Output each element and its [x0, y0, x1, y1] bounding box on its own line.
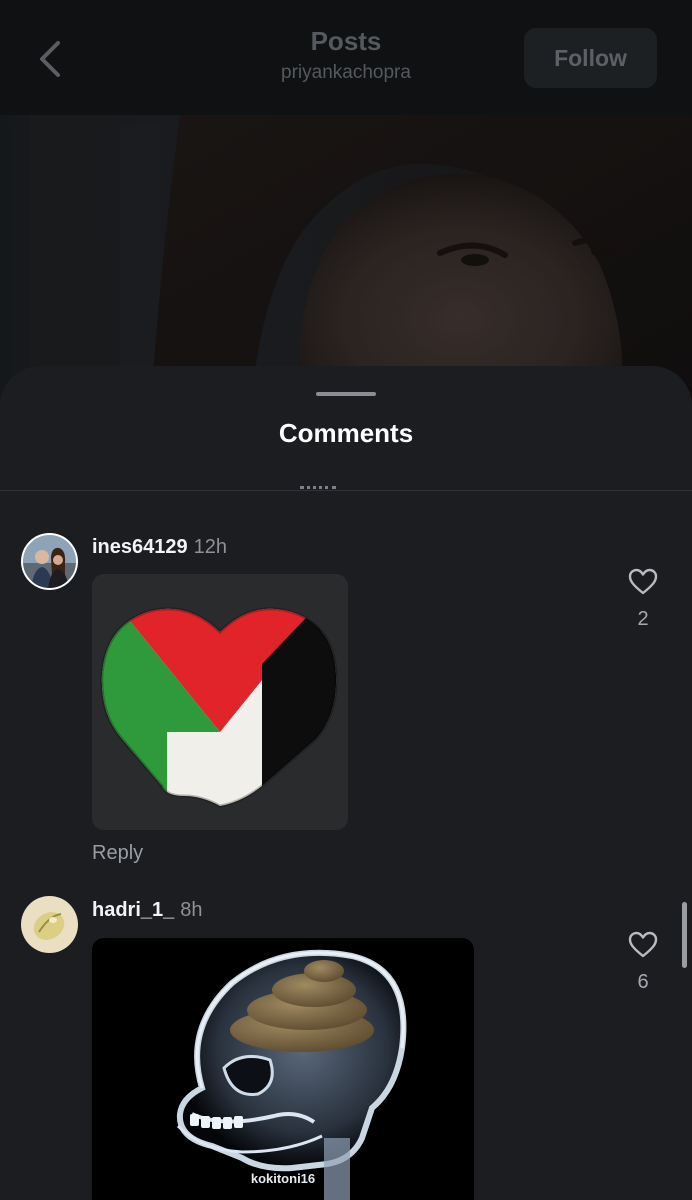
avatar-photo [21, 896, 78, 953]
heart-outline-icon [628, 568, 658, 594]
like-button[interactable] [626, 929, 660, 959]
palestine-flag-heart-icon [92, 574, 348, 830]
comment-item: ines64129 12h Reply 2 [0, 526, 692, 866]
avatar-photo [21, 533, 78, 590]
avatar[interactable] [21, 896, 78, 953]
divider [0, 490, 692, 491]
comment-username[interactable]: hadri_1_ [92, 899, 174, 921]
top-header: Posts priyankachopra Follow [0, 0, 692, 115]
comment-header: hadri_1_ 8h [92, 899, 203, 922]
comment-gif-image[interactable]: kokitoni16 [92, 938, 474, 1200]
comment-header: ines64129 12h [92, 536, 227, 559]
sheet-title: Comments [278, 418, 414, 448]
comment-timestamp: 8h [180, 899, 203, 921]
xray-skull-meme-icon: kokitoni16 [92, 938, 474, 1200]
like-count: 2 [637, 608, 649, 630]
sheet-grabber[interactable] [316, 392, 376, 396]
screen: Posts priyankachopra Follow Comments ine… [0, 0, 692, 1200]
image-watermark: kokitoni16 [251, 1171, 315, 1186]
follow-button[interactable]: Follow [524, 28, 657, 88]
heart-outline-icon [628, 931, 658, 957]
avatar[interactable] [21, 533, 78, 590]
like-button[interactable] [626, 566, 660, 596]
like-count: 6 [637, 971, 649, 993]
comment-timestamp: 12h [193, 536, 228, 558]
comment-item: hadri_1_ 8h kokitoni16 6 [0, 889, 692, 1200]
scrolled-text-fragment [300, 482, 340, 490]
comment-sticker-image[interactable] [92, 574, 348, 830]
comment-username[interactable]: ines64129 [92, 536, 188, 558]
comments-sheet: Comments ines64129 12h Reply 2 hadri_1_ … [0, 366, 692, 1200]
reply-button[interactable]: Reply [92, 842, 143, 865]
scrollbar[interactable] [682, 902, 687, 968]
